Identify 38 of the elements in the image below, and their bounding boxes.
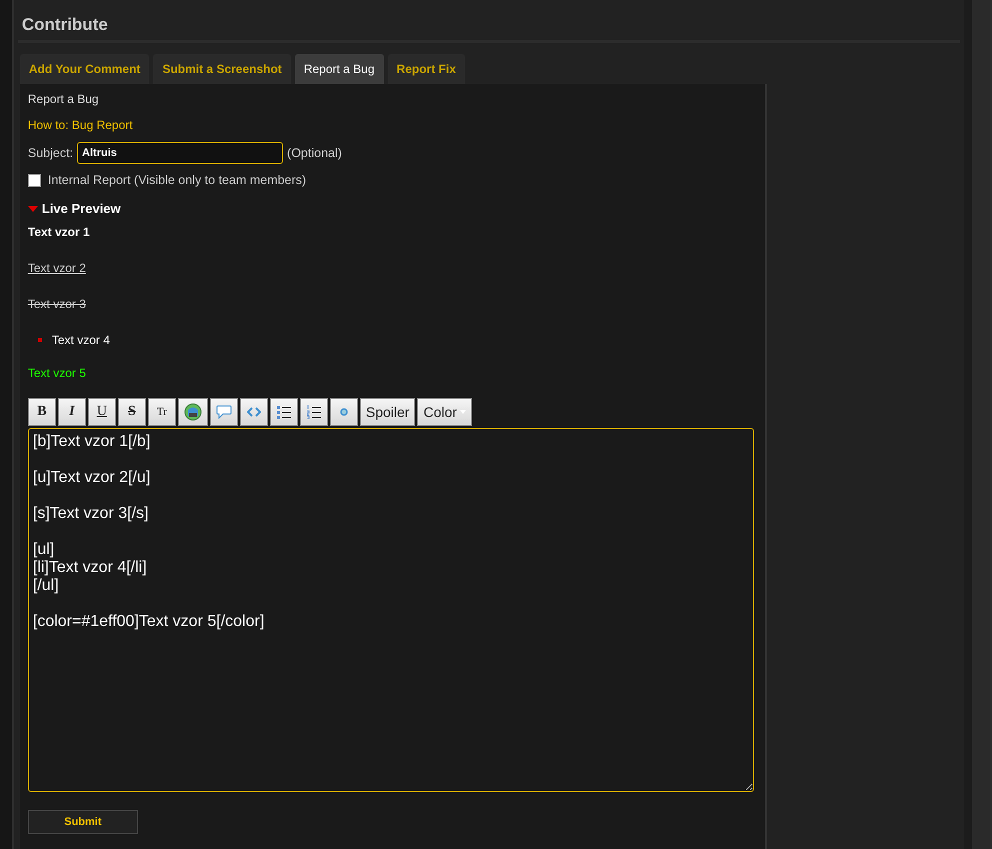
form-heading: Report a Bug — [28, 92, 100, 106]
list-button[interactable] — [270, 398, 298, 426]
spoiler-button[interactable]: Spoiler — [360, 398, 416, 426]
preview-text: Text vzor 2 — [28, 261, 86, 275]
size-button[interactable]: Tr — [148, 398, 176, 426]
dot-icon — [340, 408, 348, 416]
color-dropdown[interactable]: Color — [417, 398, 472, 426]
checkbox[interactable] — [28, 174, 41, 186]
preview-text: Text vzor 3 — [28, 297, 86, 311]
bold-button[interactable]: B — [28, 398, 56, 426]
bullet-icon — [38, 338, 42, 342]
tab[interactable]: Add Your Comment — [20, 54, 150, 84]
editor-field[interactable]: [b]Text vzor 1[/b] [u]Text vzor 2[/u] [s]Text vzor 3[/s] [ul] [li]Text vzor 4[/li] [/ul] [color=#1eff00]Text vzor 5[/color] — [28, 428, 754, 792]
preview-text: Text vzor 4 — [52, 333, 110, 347]
numbered-list-icon — [306, 405, 321, 419]
image-icon — [184, 403, 202, 421]
tab[interactable]: Submit a Screenshot — [153, 54, 291, 84]
preview-text: Text vzor 5 — [28, 366, 86, 380]
tab[interactable]: Report a Bug — [294, 54, 384, 84]
strike-button[interactable]: S — [118, 398, 146, 426]
checkbox-label: Internal Report (Visible only to team members) — [48, 173, 306, 187]
bullet-list-icon — [276, 405, 291, 419]
underline-button[interactable]: U — [88, 398, 116, 426]
numbered-list-button[interactable] — [300, 398, 328, 426]
speech-bubble-icon — [216, 405, 232, 419]
tab[interactable]: Report Fix — [388, 54, 465, 84]
triangle-icon[interactable] — [28, 206, 38, 212]
subject-field[interactable]: Altruis — [77, 142, 284, 164]
section-title: Contribute — [20, 14, 109, 36]
code-icon — [246, 407, 261, 417]
howto-link[interactable]: How to: Bug Report — [28, 118, 133, 132]
italic-button[interactable]: I — [58, 398, 86, 426]
preview-title[interactable]: Live Preview — [42, 201, 121, 216]
submit-button[interactable]: Submit — [28, 810, 138, 834]
subject-label: Subject: — [28, 146, 74, 160]
optional-note: (Optional) — [287, 146, 342, 160]
preview-text: Text vzor 1 — [28, 225, 90, 239]
image-button[interactable] — [178, 398, 208, 426]
